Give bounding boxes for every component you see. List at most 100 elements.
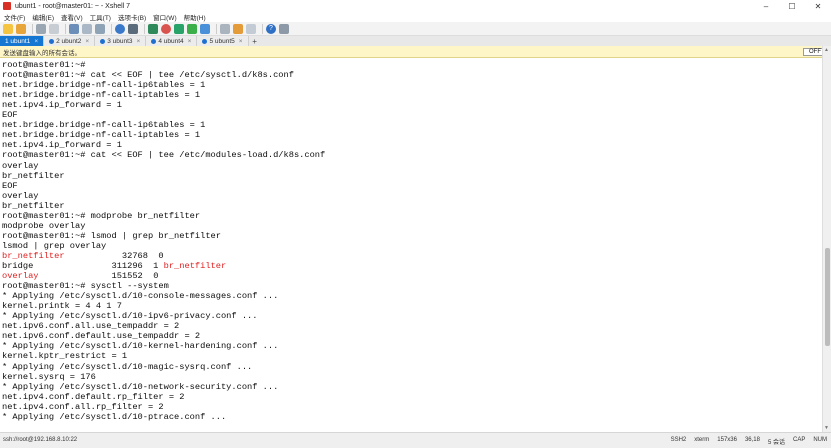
menu-view[interactable]: 查看(V) (61, 12, 83, 22)
tab-label: 4 ubunt4 (158, 37, 184, 45)
terminal-line: net.ipv4.conf.all.rp_filter = 2 (2, 402, 164, 412)
terminal-line: net.bridge.bridge-nf-call-iptables = 1 (2, 130, 200, 140)
tab-ubunt5[interactable]: 5 ubunt5 × (197, 36, 249, 46)
terminal-line: kernel.kptr_restrict = 1 (2, 351, 127, 361)
menu-help[interactable]: 帮助(H) (184, 12, 206, 22)
terminal-text: lsmod | grep overlay (2, 240, 107, 251)
close-tab-icon[interactable]: × (188, 38, 192, 45)
terminal-line: net.bridge.bridge-nf-call-iptables = 1 (2, 90, 200, 100)
properties-icon[interactable] (128, 23, 138, 34)
connect-icon[interactable] (36, 23, 46, 34)
terminal-line: modprobe overlay (2, 221, 85, 231)
record-icon[interactable] (161, 23, 171, 34)
keyboard-icon[interactable] (220, 23, 230, 34)
scroll-up-icon[interactable]: ▲ (824, 47, 829, 53)
copy-icon[interactable] (69, 23, 79, 34)
lock-icon[interactable] (200, 23, 210, 34)
open-folder-icon[interactable] (16, 23, 26, 34)
tab-label: 1 ubunt1 (5, 37, 31, 45)
terminal-line: br_netfilter (2, 171, 65, 181)
terminal-line: * Applying /etc/sysctl.d/10-ipv6-privacy… (2, 311, 257, 321)
close-tab-icon[interactable]: × (137, 38, 141, 45)
tab-ubunt3[interactable]: 3 ubunt3 × (95, 36, 147, 46)
terminal-line: net.bridge.bridge-nf-call-ip6tables = 1 (2, 120, 205, 130)
find-icon[interactable] (95, 23, 105, 34)
connection-address: ssh://root@192.168.8.10:22 (3, 437, 78, 443)
maximize-button[interactable]: ☐ (779, 0, 805, 12)
terminal-text: net.ipv6.conf.default.use_tempaddr = 2 (2, 331, 201, 342)
xftp-icon[interactable] (174, 23, 184, 34)
menu-tabs[interactable]: 选项卡(B) (118, 12, 146, 22)
session-status-icon (151, 38, 157, 44)
terminal-line: root@master01:~# modprobe br_netfilter (2, 211, 200, 221)
scroll-down-icon[interactable]: ▼ (824, 425, 829, 431)
disconnect-icon[interactable] (49, 23, 59, 34)
terminal-line: net.ipv4.ip_forward = 1 (2, 140, 122, 150)
close-tab-icon[interactable]: × (239, 38, 243, 45)
font-icon[interactable] (148, 23, 158, 34)
help-icon[interactable]: ? (266, 23, 276, 34)
terminal-text: 32768 0 (64, 250, 164, 261)
terminal-text: * Applying /etc/sysctl.d/10-ptrace.conf … (2, 411, 227, 422)
highlighted-match-text: overlay (2, 271, 39, 282)
scrollbar-thumb[interactable] (825, 248, 830, 346)
close-tab-icon[interactable]: × (85, 38, 89, 45)
terminal-line: lsmod | grep overlay (2, 241, 106, 251)
send-to-all-label[interactable]: 发送键盘输入的所有会话。 (3, 47, 81, 57)
terminal-text: * Applying /etc/sysctl.d/10-magic-sysrq.… (2, 361, 253, 372)
terminal-line: root@master01:~# cat << EOF | tee /etc/s… (2, 70, 294, 80)
protocol-status: SSH2 (670, 437, 687, 443)
menu-file[interactable]: 文件(F) (4, 12, 25, 22)
terminal-text: net.bridge.bridge-nf-call-ip6tables = 1 (2, 80, 206, 91)
terminal-line: bridge 311296 1 br_netfilter (2, 261, 226, 271)
highlighted-match-text: br_netfilter (2, 250, 65, 261)
toolbar-divider (262, 23, 263, 34)
terminal-line: root@master01:~# (2, 60, 85, 70)
title-bar: ubunt1 - root@master01: ~ - Xshell 7 – ☐… (0, 0, 831, 12)
paste-icon[interactable] (82, 23, 92, 34)
window-title: ubunt1 - root@master01: ~ - Xshell 7 (15, 2, 131, 10)
tab-ubunt2[interactable]: 2 ubunt2 × (44, 36, 96, 46)
session-status-icon (49, 38, 55, 44)
send-to-all-bar: 发送键盘输入的所有会话。 OFF (0, 46, 831, 58)
globe-icon[interactable] (115, 23, 125, 34)
terminal-line: * Applying /etc/sysctl.d/10-kernel-harde… (2, 341, 278, 351)
close-tab-icon[interactable]: × (34, 38, 38, 45)
terminal-scrollbar[interactable]: ▲ ▼ (822, 46, 831, 432)
toolbar-divider (65, 23, 66, 34)
new-session-icon[interactable] (3, 23, 13, 34)
status-bar: ssh://root@192.168.8.10:22 SSH2 xterm 15… (0, 432, 831, 448)
terminal-text: net.bridge.bridge-nf-call-iptables = 1 (2, 90, 201, 101)
xshell-app-icon (3, 2, 11, 10)
toolbar-divider (32, 23, 33, 34)
menu-edit[interactable]: 编辑(E) (32, 12, 54, 22)
terminal-line: net.ipv6.conf.default.use_tempaddr = 2 (2, 331, 200, 341)
session-status-icon (202, 38, 208, 44)
minimize-button[interactable]: – (753, 0, 779, 12)
chat-icon[interactable] (279, 23, 289, 34)
terminal-line: kernel.sysrq = 176 (2, 372, 96, 382)
toolbar-divider (216, 23, 217, 34)
layout-icon[interactable] (246, 23, 256, 34)
terminal-text: br_netfilter (2, 170, 65, 181)
terminal-line: net.ipv4.conf.default.rp_filter = 2 (2, 392, 184, 402)
terminal-text: * Applying /etc/sysctl.d/10-network-secu… (2, 381, 279, 392)
terminal-output[interactable]: root@master01:~# root@master01:~# cat << … (0, 58, 822, 432)
script-icon[interactable] (233, 23, 243, 34)
add-tab-button[interactable]: + (249, 36, 261, 46)
terminal-text: * Applying /etc/sysctl.d/10-console-mess… (2, 291, 279, 302)
terminal-text: * Applying /etc/sysctl.d/10-kernel-harde… (2, 341, 279, 352)
session-tab-bar: 1 ubunt1 × 2 ubunt2 × 3 ubunt3 × 4 ubunt… (0, 36, 831, 46)
tab-ubunt1[interactable]: 1 ubunt1 × (0, 36, 45, 46)
terminal-text: root@master01:~# (2, 60, 86, 70)
terminal-text: net.ipv4.ip_forward = 1 (2, 100, 122, 111)
menu-window[interactable]: 窗口(W) (153, 12, 176, 22)
menu-tools[interactable]: 工具(T) (90, 12, 111, 22)
menu-bar: 文件(F) 编辑(E) 查看(V) 工具(T) 选项卡(B) 窗口(W) 帮助(… (0, 12, 831, 22)
terminal-text: overlay (2, 190, 39, 201)
tab-ubunt4[interactable]: 4 ubunt4 × (146, 36, 198, 46)
fullscreen-icon[interactable] (187, 23, 197, 34)
terminal-line: * Applying /etc/sysctl.d/10-console-mess… (2, 291, 278, 301)
close-button[interactable]: ✕ (805, 0, 831, 12)
terminal-text: kernel.kptr_restrict = 1 (2, 351, 128, 362)
